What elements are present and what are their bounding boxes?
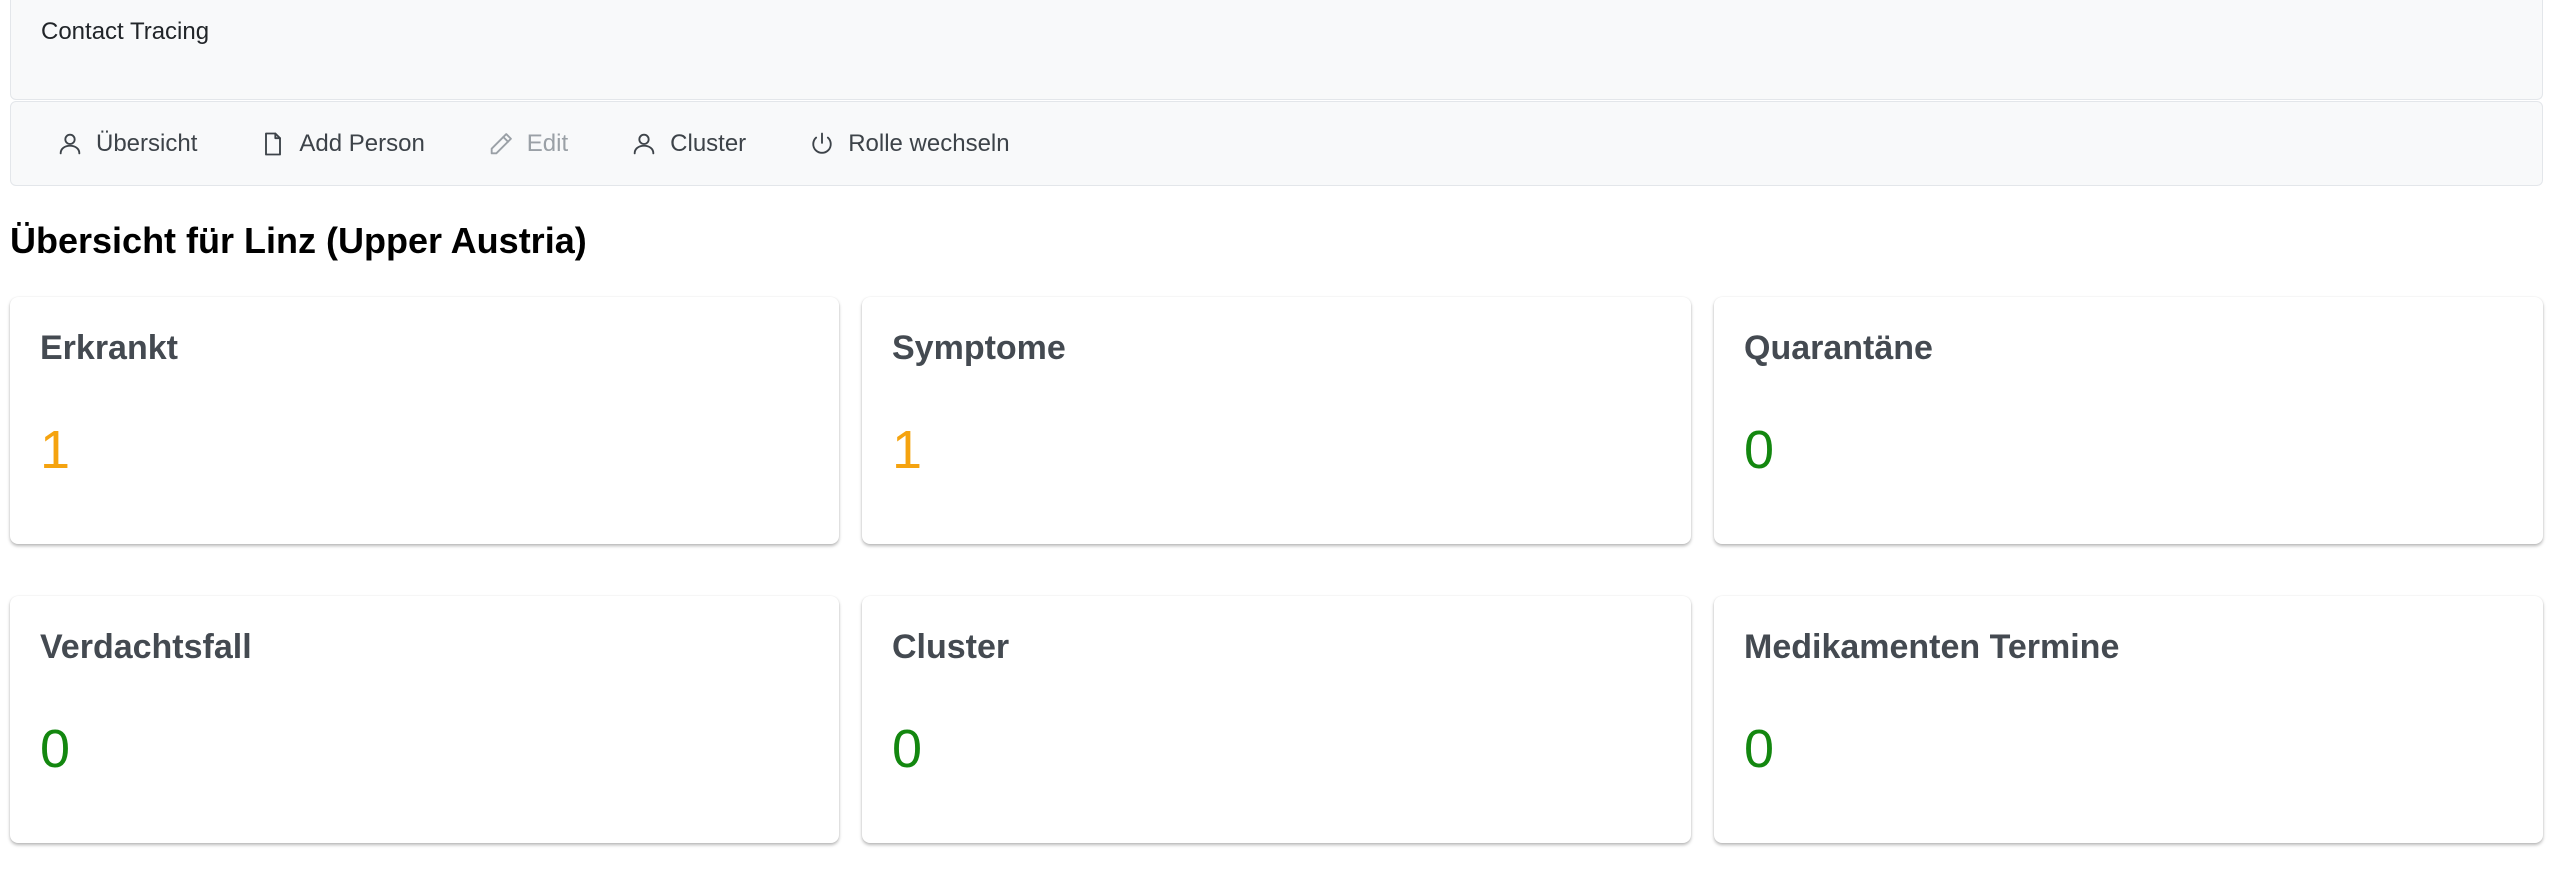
stat-card-medikamenten-termine: Medikamenten Termine 0 [1714, 596, 2543, 843]
stat-card-value: 0 [1744, 719, 1775, 779]
stat-card-verdachtsfall: Verdachtsfall 0 [10, 596, 839, 843]
nav-item-label: Cluster [670, 129, 747, 157]
stat-card-title: Quarantäne [1744, 329, 1933, 367]
stat-card-erkrankt: Erkrankt 1 [10, 297, 839, 544]
stat-card-quarantaene: Quarantäne 0 [1714, 297, 2543, 544]
power-icon [812, 132, 832, 154]
nav-item-label: Rolle wechseln [848, 129, 1010, 157]
stat-card-cluster: Cluster 0 [862, 596, 1691, 843]
stat-card-title: Cluster [892, 628, 1010, 666]
stats-grid: Erkrankt 1 Symptome 1 Quarantäne 0 Verda… [10, 297, 2543, 843]
stat-card-symptome: Symptome 1 [862, 297, 1691, 544]
page-title: Übersicht für Linz (Upper Austria) [10, 220, 587, 261]
nav-item-label: Übersicht [96, 129, 198, 157]
stat-card-value: 0 [40, 719, 71, 779]
nav-item-edit[interactable]: Edit [487, 130, 568, 158]
pencil-icon [490, 132, 512, 154]
stat-card-value: 0 [1744, 420, 1775, 480]
stat-card-value: 1 [40, 420, 71, 480]
nav-toolbar: Übersicht Add Person Edit Cluster Rolle … [10, 101, 2543, 186]
stat-card-title: Verdachtsfall [40, 628, 252, 666]
app-header: Contact Tracing [10, 0, 2543, 100]
nav-item-rolle-wechseln[interactable]: Rolle wechseln [808, 129, 1010, 158]
stat-card-value: 1 [892, 420, 923, 480]
person-icon [633, 133, 655, 154]
person-icon [59, 133, 81, 154]
nav-item-cluster[interactable]: Cluster [630, 130, 746, 158]
document-icon [265, 132, 282, 155]
nav-item-label: Edit [526, 129, 569, 157]
nav-item-uebersicht[interactable]: Übersicht [56, 130, 197, 158]
nav-item-label: Add Person [299, 129, 425, 157]
stat-card-value: 0 [892, 719, 923, 779]
nav-item-add-person[interactable]: Add Person [259, 129, 425, 158]
stat-card-title: Symptome [892, 329, 1066, 367]
stat-card-title: Erkrankt [40, 329, 178, 367]
app-title: Contact Tracing [41, 18, 210, 45]
stat-card-title: Medikamenten Termine [1744, 628, 2120, 666]
